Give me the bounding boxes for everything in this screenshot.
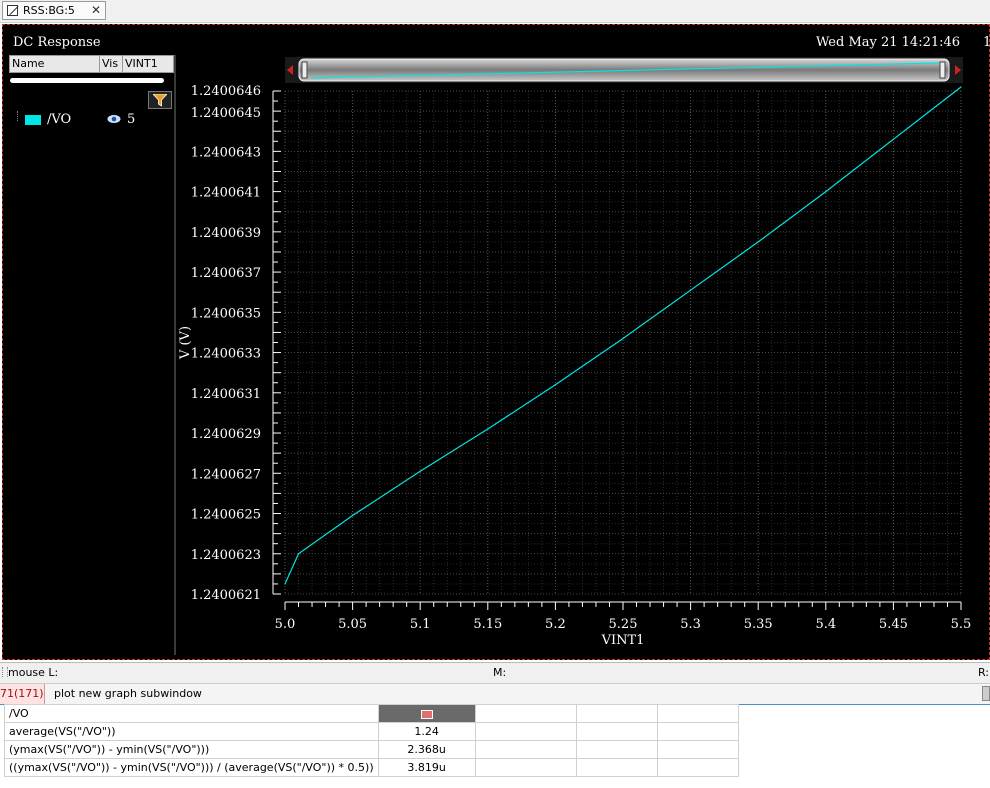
y-tick-label: 1.2400621 [191,588,261,603]
tab-label: RSS:BG:5 [23,4,75,17]
mouse-right-label: R: [978,666,990,679]
x-tick-label: 5.25 [609,617,638,632]
mouse-left-label: mouse L: [8,666,59,679]
y-tick-label: 1.2400635 [191,306,261,321]
data-point [622,337,624,340]
y-tick-label: 1.2400623 [191,548,261,563]
data-point [554,384,557,386]
data-point [487,428,489,430]
y-tick-label: 1.2400639 [191,226,261,241]
tab-bar: RSS:BG:5 ✕ [0,0,990,23]
data-point [960,86,962,88]
x-tick-label: 5.35 [744,617,773,632]
data-point [284,583,286,585]
data-point [892,138,895,140]
table-cell-value[interactable]: 2.368u [377,740,476,759]
command-bar: 71(171) plot new graph subwindow [0,683,990,705]
graph-icon [7,5,18,16]
x-tick-label: 5.45 [879,617,908,632]
y-tick-label: 1.2400631 [191,387,261,402]
data-point [352,514,354,517]
y-tick-label: 1.2400627 [191,467,261,482]
y-tick-label: 1.2400645 [191,106,261,121]
y-tick-label: 1.2400625 [191,508,261,523]
x-tick-label: 5.15 [473,617,502,632]
x-tick-label: 5.0 [275,617,296,632]
data-point [419,470,421,472]
data-point [825,191,827,193]
y-tick-label: 1.2400646 [191,84,261,99]
y-tick-label: 1.2400633 [191,347,261,362]
table-header-signal[interactable]: /VO [4,704,379,723]
table-header-value[interactable] [377,704,476,723]
x-tick-label: 5.05 [338,617,367,632]
x-tick-label: 5.5 [951,617,972,632]
y-tick-label: 1.2400641 [191,186,261,201]
y-axis-label: V (V) [178,326,193,360]
table-cell-value[interactable]: 3.819u [377,758,476,777]
x-tick-label: 5.3 [680,617,701,632]
table-cell-expression[interactable]: ((ymax(VS("/VO")) - ymin(VS("/VO"))) / (… [4,758,379,777]
waveform-icon [420,709,433,719]
dc-response-chart[interactable]: 5.0 5.05 5.1 5.15 5.2 5.25 5.3 5.35 5.4 5.45 5.5 VI… [3,25,987,657]
table-cell-value[interactable]: 1.24 [377,722,476,741]
table-cell-expression[interactable]: (ymax(VS("/VO")) - ymin(VS("/VO"))) [4,740,379,759]
table-row[interactable]: average(VS("/VO")) 1.24 [4,722,739,741]
plot-window[interactable]: DC Response Wed May 21 14:21:46 1 Name V… [2,24,990,660]
command-scrollbar[interactable] [982,686,990,701]
command-prompt: plot new graph subwindow [54,687,202,700]
x-tick-label: 5.2 [545,617,566,632]
x-axis-label: VINT1 [601,633,645,648]
table-row[interactable]: (ymax(VS("/VO")) - ymin(VS("/VO"))) 2.36… [4,740,739,759]
x-tick-label: 5.4 [815,617,836,632]
status-bar: mouse L: M: R: [0,662,990,683]
data-point [757,241,759,243]
y-tick-label: 1.2400637 [191,266,261,281]
table-row: /VO [4,704,739,723]
y-tick-label: 1.2400629 [191,427,261,442]
calculator-table: /VO average(VS("/VO")) 1.24 (ymax(VS("/V… [4,704,739,777]
tab-rss-bg[interactable]: RSS:BG:5 ✕ [2,1,106,20]
close-icon[interactable]: ✕ [91,3,101,17]
table-cell-expression[interactable]: average(VS("/VO")) [4,722,379,741]
data-point [297,553,300,555]
mouse-middle-label: M: [493,666,507,679]
data-point [690,289,692,291]
command-count: 71(171) [0,684,45,704]
x-tick-label: 5.1 [410,617,431,632]
table-row[interactable]: ((ymax(VS("/VO")) - ymin(VS("/VO"))) / (… [4,758,739,777]
y-tick-label: 1.2400643 [191,145,261,160]
